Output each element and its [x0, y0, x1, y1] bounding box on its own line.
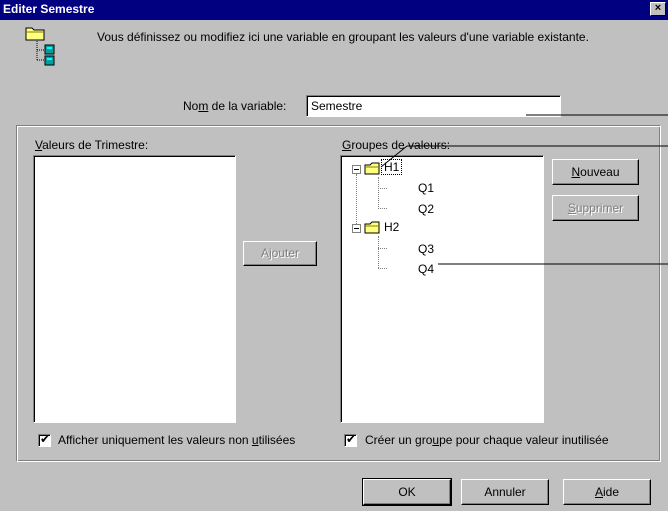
callout-lines — [380, 114, 668, 265]
edit-semester-dialog: Editer Semestre × Vous définissez ou mod… — [0, 0, 668, 511]
